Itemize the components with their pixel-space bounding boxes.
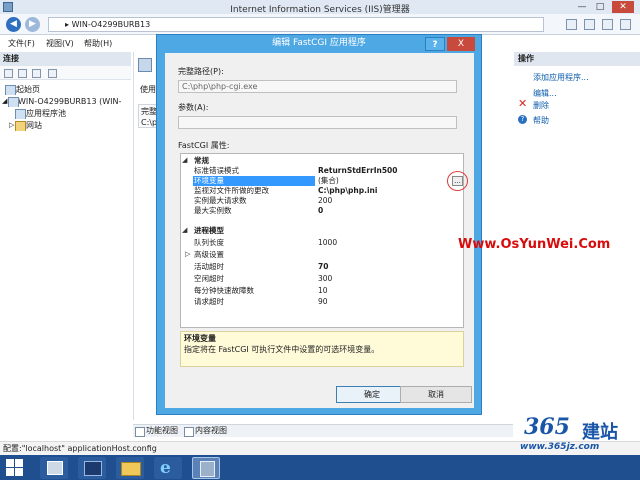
- highlight-circle: [447, 171, 468, 191]
- tab-label: 功能视图: [146, 426, 178, 435]
- prop-name[interactable]: 队列长度: [194, 238, 224, 248]
- description-title: 环境变量: [184, 334, 216, 343]
- help-circle-icon: ?: [518, 115, 527, 124]
- collapse-arrow-icon[interactable]: ◢: [182, 226, 187, 236]
- save-icon[interactable]: [18, 69, 27, 78]
- prop-name[interactable]: 实例最大请求数: [194, 196, 247, 206]
- minimize-button[interactable]: —: [574, 1, 590, 13]
- prop-name[interactable]: 监视对文件所做的更改: [194, 186, 269, 196]
- help-icon[interactable]: [620, 19, 631, 30]
- content-view-icon: [184, 427, 194, 437]
- logo-url: www.365jz.com: [520, 442, 600, 452]
- center-label: 使用: [140, 85, 156, 94]
- features-view-icon: [135, 427, 145, 437]
- cancel-button[interactable]: 取消: [400, 386, 472, 403]
- expand-arrow-icon[interactable]: ▷: [185, 250, 190, 260]
- connect-icon[interactable]: [4, 69, 13, 78]
- prop-value[interactable]: 1000: [318, 238, 337, 248]
- tree-item-label: WIN-O4299BURB13 (WIN-: [18, 97, 122, 106]
- action-add-application[interactable]: 添加应用程序...: [533, 72, 589, 83]
- site-logo: 365 建站 www.365jz.com: [518, 414, 640, 455]
- server-manager-task-icon[interactable]: [40, 457, 68, 479]
- address-field[interactable]: ▸ WIN-O4299BURB13: [48, 17, 544, 32]
- ok-button[interactable]: 确定: [336, 386, 408, 403]
- stop-icon[interactable]: [584, 19, 595, 30]
- prop-name[interactable]: 活动超时: [194, 262, 224, 272]
- dialog-help-button[interactable]: ?: [425, 37, 445, 51]
- start-page-icon: [5, 85, 16, 95]
- tree-item-server[interactable]: ◢ WIN-O4299BURB13 (WIN-: [0, 96, 131, 107]
- maximize-button[interactable]: □: [592, 1, 608, 13]
- back-arrow-icon[interactable]: ◀: [6, 17, 21, 32]
- action-edit[interactable]: 编辑...: [533, 88, 557, 99]
- prop-name[interactable]: 高级设置: [194, 250, 224, 260]
- collapse-arrow-icon[interactable]: ◢: [182, 156, 187, 166]
- iis-manager-task-icon[interactable]: [192, 457, 220, 479]
- description-text: 指定将在 FastCGI 可执行文件中设置的可选环境变量。: [184, 345, 380, 354]
- tab-label: 内容视图: [195, 426, 227, 435]
- app-pool-icon: [15, 109, 26, 119]
- home-icon[interactable]: [602, 19, 613, 30]
- actions-heading: 操作: [514, 52, 640, 66]
- menu-help[interactable]: 帮助(H): [84, 38, 112, 49]
- prop-name[interactable]: 请求超时: [194, 297, 224, 307]
- server-node-icon: [8, 97, 19, 107]
- connections-heading: 连接: [0, 52, 131, 66]
- category-general: 常规: [194, 156, 209, 165]
- center-column-header: 完整: [141, 107, 157, 116]
- prop-value[interactable]: 10: [318, 286, 328, 296]
- powershell-task-icon[interactable]: [78, 457, 106, 479]
- fastcgi-feature-icon: [138, 58, 152, 72]
- tree-item-start-page[interactable]: 起始页: [0, 84, 131, 95]
- internet-explorer-task-icon[interactable]: e: [154, 457, 182, 479]
- start-button[interactable]: [6, 459, 24, 477]
- action-help[interactable]: 帮助: [533, 115, 549, 126]
- prop-value[interactable]: 70: [318, 262, 328, 272]
- fastcgi-properties-label: FastCGI 属性:: [178, 141, 230, 150]
- delete-icon: ✕: [518, 97, 528, 110]
- arguments-label: 参数(A):: [178, 103, 209, 112]
- prop-value[interactable]: 200: [318, 196, 332, 206]
- category-process-model: 进程模型: [194, 226, 224, 235]
- tab-content-view[interactable]: 内容视图: [184, 426, 227, 437]
- logo-digits: 365: [524, 414, 570, 440]
- logo-chinese: 建站: [582, 422, 618, 443]
- collapse-arrow-icon[interactable]: ◢: [2, 96, 7, 107]
- prop-value[interactable]: 0: [318, 206, 323, 216]
- prop-value[interactable]: 300: [318, 274, 332, 284]
- menu-file[interactable]: 文件(F): [8, 38, 35, 49]
- prop-value[interactable]: 90: [318, 297, 328, 307]
- prop-value[interactable]: (集合): [318, 176, 339, 186]
- arguments-field[interactable]: [178, 116, 457, 129]
- tab-features-view[interactable]: 功能视图: [135, 426, 178, 437]
- dialog-close-button[interactable]: X: [447, 37, 475, 51]
- action-delete[interactable]: 删除: [533, 100, 549, 111]
- prop-name[interactable]: 每分钟快速故障数: [194, 286, 254, 296]
- tree-item-sites[interactable]: ▷ 网站: [0, 120, 131, 131]
- expand-arrow-icon[interactable]: ▷: [9, 120, 14, 131]
- prop-name[interactable]: 空闲超时: [194, 274, 224, 284]
- window-titlebar: Internet Information Services (IIS)管理器: [0, 0, 640, 15]
- tree-item-label: 应用程序池: [26, 109, 66, 118]
- fullpath-label: 完整路径(P):: [178, 67, 224, 76]
- tree-item-app-pools[interactable]: 应用程序池: [0, 108, 131, 119]
- menu-view[interactable]: 视图(V): [46, 38, 74, 49]
- sites-folder-icon: [15, 121, 26, 131]
- tree-item-label: 起始页: [16, 85, 40, 94]
- prop-name-selected[interactable]: 环境变量: [193, 176, 315, 186]
- forward-arrow-icon[interactable]: ▶: [25, 17, 40, 32]
- prop-name[interactable]: 最大实例数: [194, 206, 232, 216]
- prop-name[interactable]: 标准错误模式: [194, 166, 239, 176]
- copy-icon[interactable]: [32, 69, 41, 78]
- server-icon[interactable]: [48, 69, 57, 78]
- fullpath-field[interactable]: C:\php\php-cgi.exe: [178, 80, 457, 93]
- refresh-icon[interactable]: [566, 19, 577, 30]
- explorer-task-icon[interactable]: [116, 457, 144, 479]
- watermark-text: Www.OsYunWei.Com: [458, 237, 611, 252]
- prop-value[interactable]: C:\php\php.ini: [318, 186, 377, 196]
- prop-value[interactable]: ReturnStdErrIn500: [318, 166, 398, 176]
- tree-item-label: 网站: [26, 121, 42, 130]
- window-close-button[interactable]: ✕: [612, 1, 634, 13]
- address-text: WIN-O4299BURB13: [71, 20, 151, 29]
